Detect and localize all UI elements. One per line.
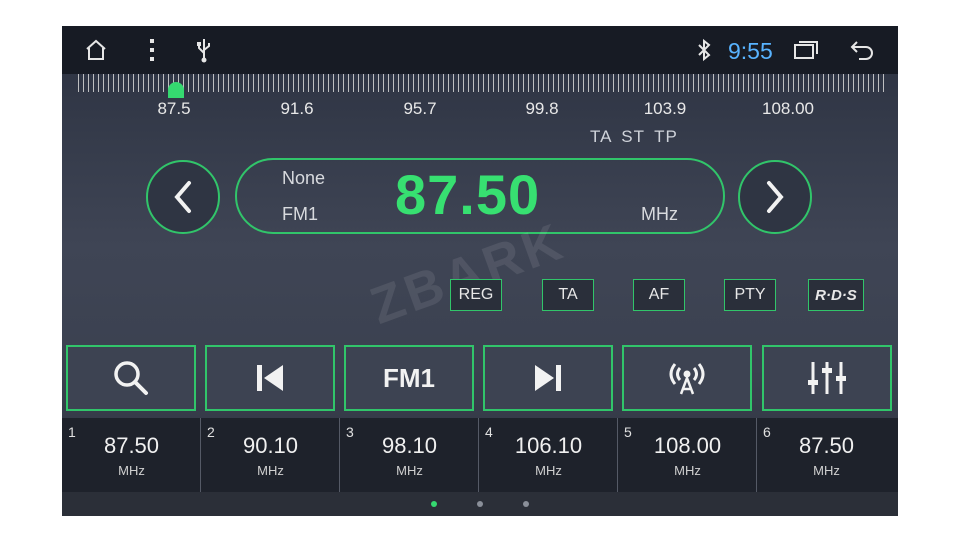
preset-2[interactable]: 2 90.10 MHz — [201, 418, 340, 492]
usb-icon — [194, 36, 214, 64]
preset-6[interactable]: 6 87.50 MHz — [757, 418, 898, 492]
preset-frequency: 98.10 — [381, 433, 438, 458]
current-frequency: 87.50 — [395, 163, 541, 226]
preset-unit: MHz — [813, 463, 840, 478]
preset-unit: MHz — [257, 463, 284, 478]
tuning-marker[interactable] — [168, 82, 184, 98]
equalizer-icon — [808, 362, 846, 394]
tuning-scale[interactable] — [78, 74, 886, 92]
scale-label: 91.6 — [280, 99, 314, 118]
scale-label: 95.7 — [403, 99, 437, 118]
preset-1[interactable]: 1 87.50 MHz — [62, 418, 201, 492]
status-bar: 9:55 — [62, 26, 898, 74]
search-icon — [114, 361, 148, 395]
ta-button[interactable]: TA — [542, 279, 594, 311]
seek-down-button[interactable] — [146, 160, 220, 234]
skip-previous-icon — [257, 365, 283, 391]
preset-unit: MHz — [535, 463, 562, 478]
radio-screen: 9:55 87.5 91.6 95.7 99.8 103.9 108.00 TA… — [62, 26, 898, 516]
preset-3[interactable]: 3 98.10 MHz — [340, 418, 479, 492]
preset-frequency: 87.50 — [103, 433, 160, 458]
page-dot[interactable] — [477, 501, 483, 507]
preset-frequency: 108.00 — [653, 433, 722, 458]
preset-5[interactable]: 5 108.00 MHz — [618, 418, 757, 492]
band-button-label: FM1 — [383, 362, 435, 393]
scale-label: 87.5 — [157, 99, 191, 118]
seek-up-button[interactable] — [738, 160, 812, 234]
next-station-button[interactable] — [483, 345, 613, 411]
pty-button[interactable]: PTY — [724, 279, 776, 311]
clock: 9:55 — [728, 38, 773, 64]
back-icon[interactable] — [848, 36, 876, 64]
frequency-display: None FM1 87.50 MHz — [235, 158, 725, 234]
station-name: None — [282, 168, 326, 188]
home-icon[interactable] — [82, 36, 110, 64]
preset-frequency: 106.10 — [514, 433, 583, 458]
band-label: FM1 — [282, 204, 318, 224]
scale-label: 99.8 — [525, 99, 559, 118]
auto-scan-button[interactable] — [622, 345, 752, 411]
skip-next-icon — [535, 365, 561, 391]
page-indicator — [62, 492, 898, 516]
preset-frequency: 90.10 — [242, 433, 299, 458]
preset-4[interactable]: 4 106.10 MHz — [479, 418, 618, 492]
preset-unit: MHz — [396, 463, 423, 478]
frequency-unit: MHz — [641, 204, 678, 224]
equalizer-button[interactable] — [762, 345, 892, 411]
antenna-icon — [669, 363, 705, 395]
search-button[interactable] — [66, 345, 196, 411]
more-vertical-icon[interactable] — [142, 36, 162, 64]
scale-label: 108.00 — [762, 99, 814, 118]
af-button[interactable]: AF — [633, 279, 685, 311]
preset-unit: MHz — [118, 463, 145, 478]
reg-button[interactable]: REG — [450, 279, 502, 311]
rds-button[interactable]: R·D·S — [808, 279, 864, 311]
recent-apps-icon[interactable] — [792, 36, 820, 64]
scale-label: 103.9 — [643, 99, 687, 118]
rds-flags: TA ST TP — [590, 127, 678, 146]
chevron-right-icon — [767, 181, 784, 213]
preset-frequency: 87.50 — [798, 433, 855, 458]
page-dot[interactable] — [431, 501, 437, 507]
page-dot[interactable] — [523, 501, 529, 507]
chevron-left-icon — [174, 181, 191, 213]
bluetooth-icon — [694, 36, 714, 64]
preset-bar: 1 87.50 MHz 2 90.10 MHz 3 98.10 MHz 4 10… — [62, 418, 898, 492]
previous-station-button[interactable] — [205, 345, 335, 411]
preset-unit: MHz — [674, 463, 701, 478]
band-button[interactable]: FM1 — [344, 345, 474, 411]
